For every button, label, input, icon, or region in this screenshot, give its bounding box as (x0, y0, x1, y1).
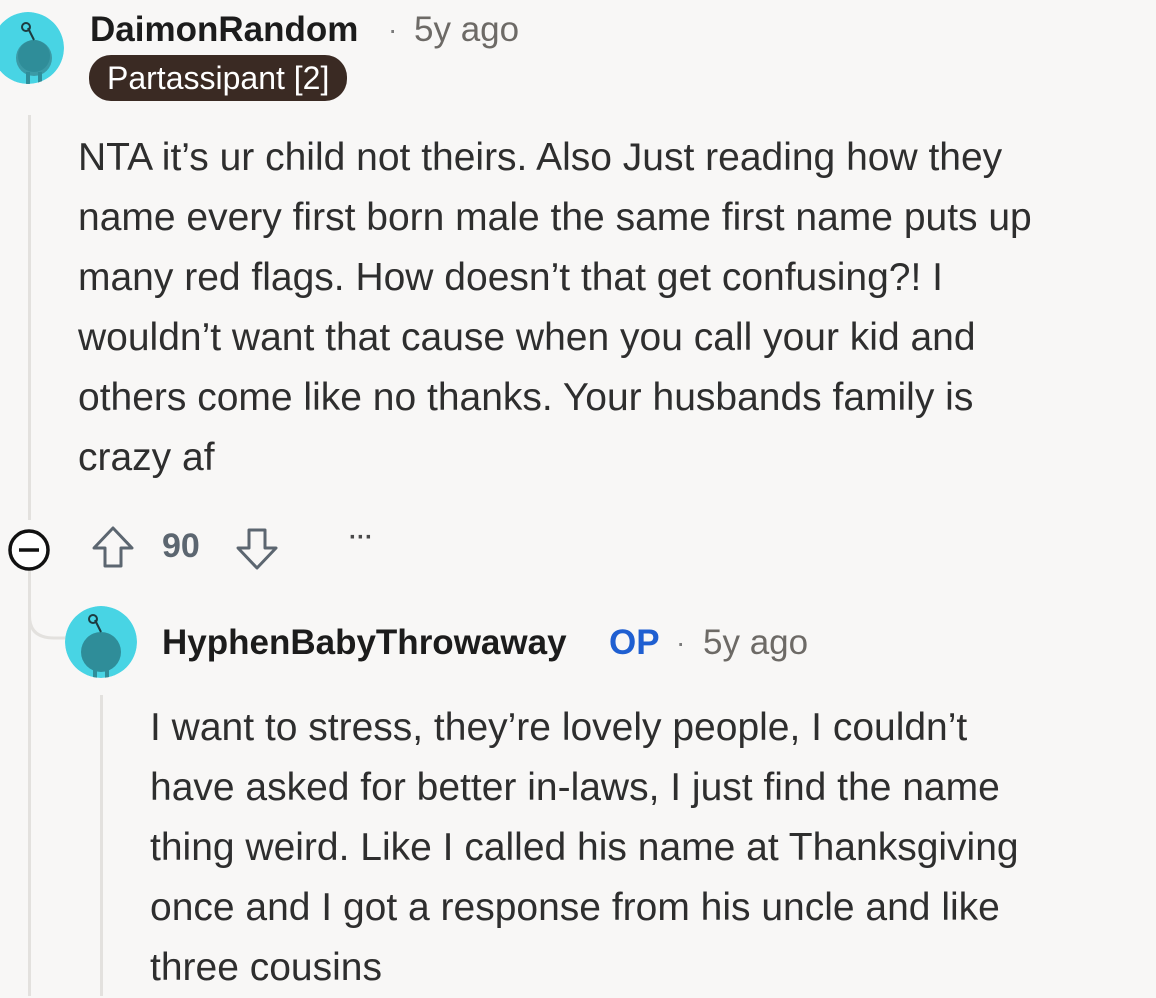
thread-line-main (28, 115, 31, 520)
reply-timestamp: 5y ago (703, 623, 809, 662)
vote-score: 90 (162, 527, 200, 565)
user-flair: Partassipant [2] (89, 55, 348, 101)
upvote-arrow-icon[interactable] (90, 524, 136, 570)
reply-body-line: I want to stress, they’re lovely people,… (150, 706, 968, 749)
reply-body-line: thing weird. Like I called his name at T… (150, 826, 1019, 869)
thread-line-reply (100, 695, 103, 996)
reply-body-line: three cousins (150, 946, 382, 989)
comment-timestamp: 5y ago (414, 10, 520, 49)
comment-body-line: others come like no thanks. Your husband… (78, 376, 974, 419)
comment-body-line: many red flags. How doesn’t that get con… (78, 256, 943, 299)
comment-body-line: NTA it’s ur child not theirs. Also Just … (78, 136, 1003, 179)
more-options-icon[interactable]: ··· (349, 524, 373, 552)
reply-body-line: once and I got a response from his uncle… (150, 886, 1000, 929)
reply-body-line: have asked for better in-laws, I just fi… (150, 766, 1000, 809)
reply-avatar[interactable] (65, 606, 137, 678)
comment-body-line: crazy af (78, 436, 215, 479)
comment-username[interactable]: DaimonRandom (90, 10, 358, 50)
op-badge: OP (609, 623, 660, 662)
meta-separator: · (388, 14, 398, 45)
comment-body-line: name every first born male the same firs… (78, 196, 1032, 239)
avatar[interactable] (0, 12, 64, 84)
reply-body: I want to stress, they’re lovely people,… (150, 698, 1150, 998)
collapse-minus-icon[interactable] (6, 527, 52, 573)
comment-body-line: wouldn’t want that cause when you call y… (78, 316, 976, 359)
reply-username[interactable]: HyphenBabyThrowaway (162, 623, 567, 663)
downvote-arrow-icon[interactable] (234, 526, 280, 572)
comment-body: NTA it’s ur child not theirs. Also Just … (78, 128, 1148, 488)
meta-separator: · (676, 627, 686, 658)
